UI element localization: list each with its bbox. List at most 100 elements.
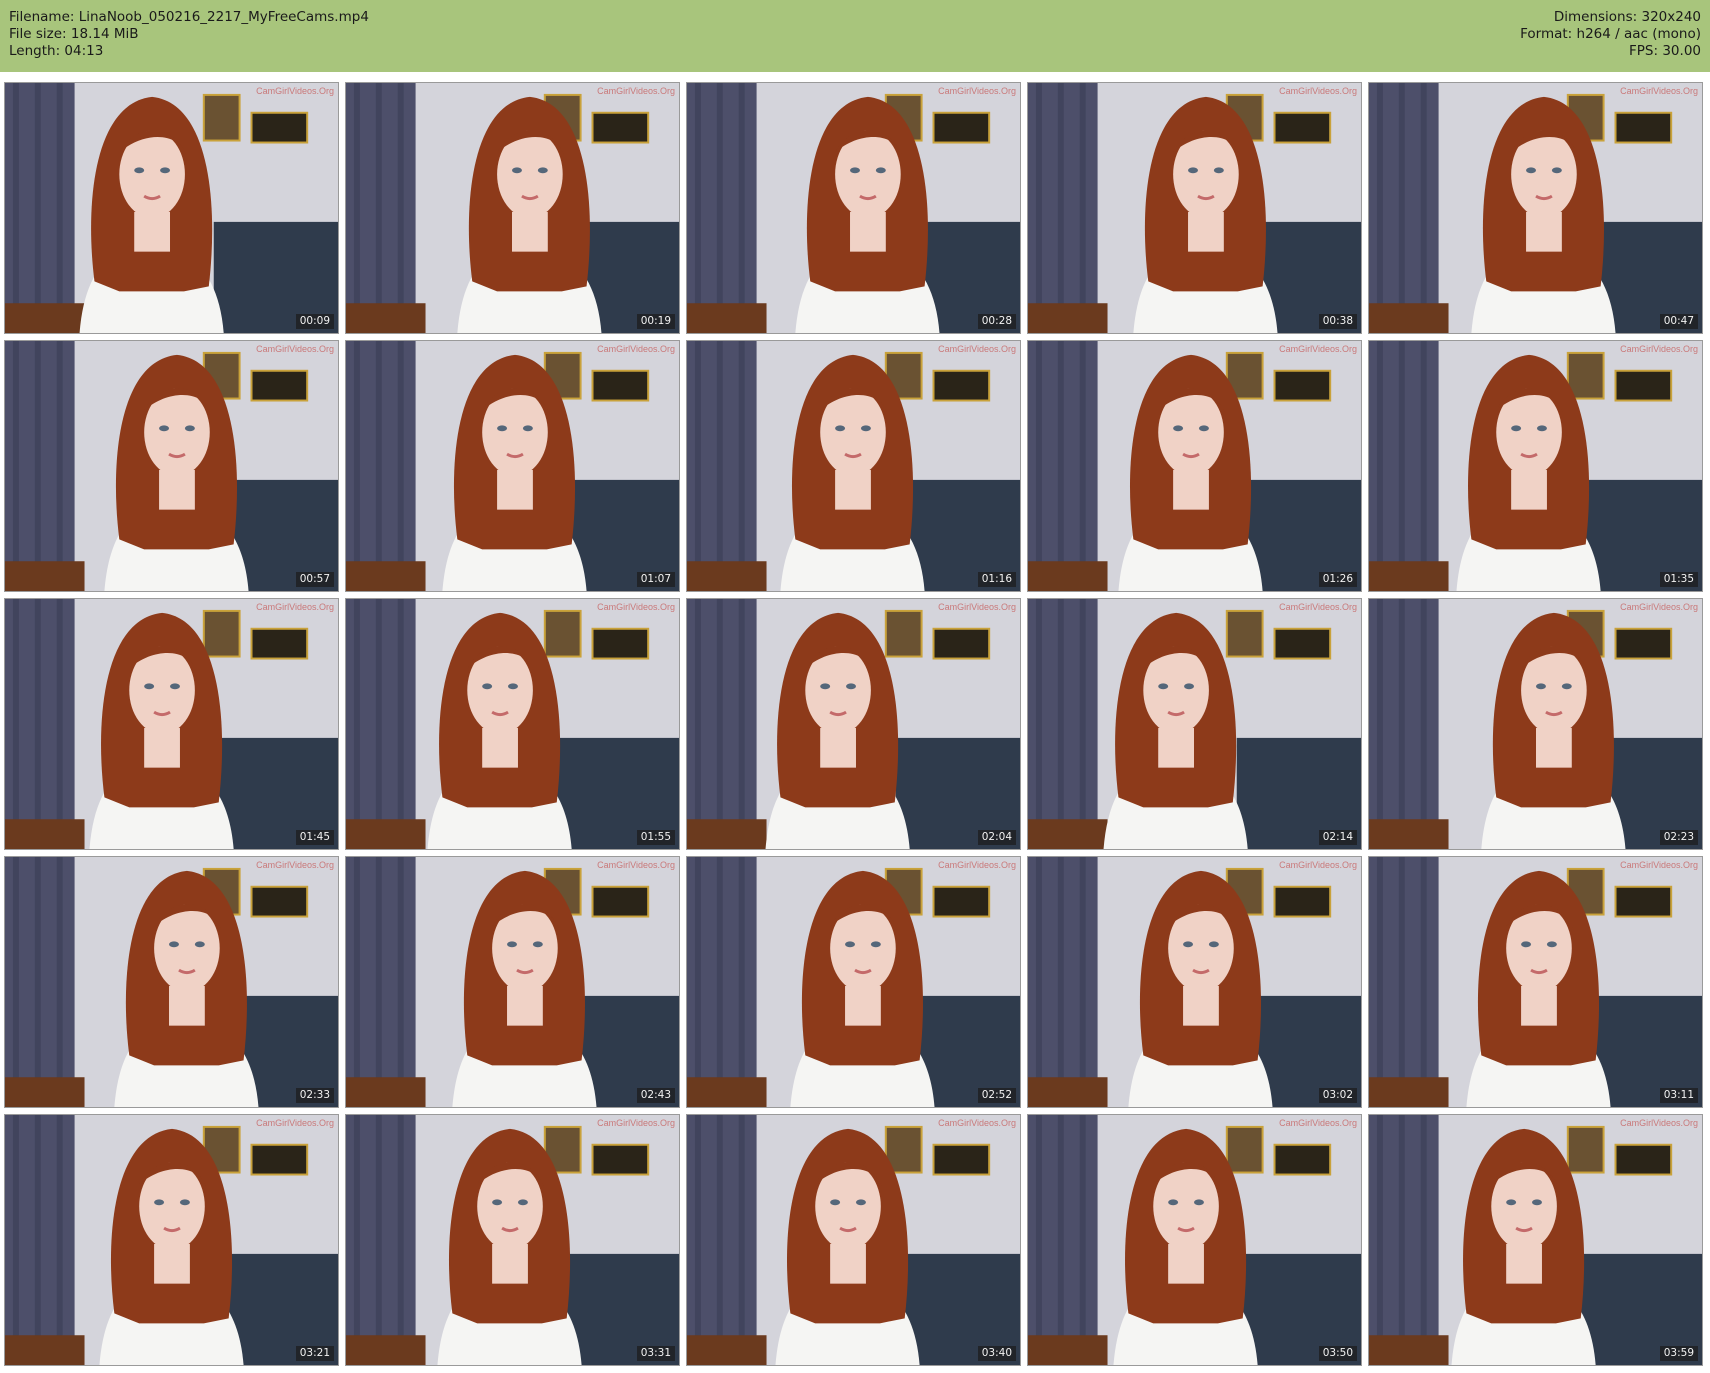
- watermark-text: CamGirlVideos.Org: [256, 860, 334, 870]
- frame-image: [1028, 83, 1361, 333]
- video-thumbnail[interactable]: CamGirlVideos.Org 03:31: [345, 1114, 680, 1366]
- video-thumbnail[interactable]: CamGirlVideos.Org 03:40: [686, 1114, 1021, 1366]
- frame-image: [1028, 341, 1361, 591]
- video-thumbnail[interactable]: CamGirlVideos.Org 01:26: [1027, 340, 1362, 592]
- watermark-text: CamGirlVideos.Org: [938, 1118, 1016, 1128]
- timestamp-label: 03:40: [977, 1346, 1016, 1361]
- timestamp-label: 00:38: [1318, 314, 1357, 329]
- timestamp-label: 03:02: [1318, 1088, 1357, 1103]
- frame-image: [687, 83, 1020, 333]
- video-thumbnail[interactable]: CamGirlVideos.Org 01:16: [686, 340, 1021, 592]
- timestamp-label: 03:50: [1318, 1346, 1357, 1361]
- video-thumbnail[interactable]: CamGirlVideos.Org 01:07: [345, 340, 680, 592]
- video-thumbnail[interactable]: CamGirlVideos.Org 02:52: [686, 856, 1021, 1108]
- frame-image: [5, 599, 338, 849]
- watermark-text: CamGirlVideos.Org: [597, 1118, 675, 1128]
- video-thumbnail[interactable]: CamGirlVideos.Org 03:59: [1368, 1114, 1703, 1366]
- timestamp-label: 02:04: [977, 830, 1016, 845]
- watermark-text: CamGirlVideos.Org: [1279, 344, 1357, 354]
- timestamp-label: 02:43: [636, 1088, 675, 1103]
- video-thumbnail[interactable]: CamGirlVideos.Org 03:50: [1027, 1114, 1362, 1366]
- watermark-text: CamGirlVideos.Org: [1279, 602, 1357, 612]
- stream-info: Dimensions: 320x240 Format: h264 / aac (…: [1520, 9, 1701, 60]
- video-thumbnail[interactable]: CamGirlVideos.Org 00:09: [4, 82, 339, 334]
- video-thumbnail[interactable]: CamGirlVideos.Org 00:57: [4, 340, 339, 592]
- timestamp-label: 02:23: [1659, 830, 1698, 845]
- info-header: Filename: LinaNoob_050216_2217_MyFreeCam…: [0, 0, 1710, 72]
- video-thumbnail[interactable]: CamGirlVideos.Org 02:33: [4, 856, 339, 1108]
- frame-image: [1369, 341, 1702, 591]
- video-thumbnail[interactable]: CamGirlVideos.Org 00:47: [1368, 82, 1703, 334]
- timestamp-label: 01:16: [977, 572, 1016, 587]
- video-thumbnail[interactable]: CamGirlVideos.Org 02:04: [686, 598, 1021, 850]
- watermark-text: CamGirlVideos.Org: [1620, 86, 1698, 96]
- timestamp-label: 00:09: [295, 314, 334, 329]
- watermark-text: CamGirlVideos.Org: [1279, 860, 1357, 870]
- watermark-text: CamGirlVideos.Org: [1279, 1118, 1357, 1128]
- frame-image: [5, 1115, 338, 1365]
- filesize-label: File size: 18.14 MiB: [9, 26, 139, 42]
- filename-label: Filename: LinaNoob_050216_2217_MyFreeCam…: [9, 9, 369, 25]
- timestamp-label: 00:28: [977, 314, 1016, 329]
- frame-image: [1369, 1115, 1702, 1365]
- video-thumbnail[interactable]: CamGirlVideos.Org 02:14: [1027, 598, 1362, 850]
- thumbnail-grid: CamGirlVideos.Org 00:09 CamGirlVideos.Org 0…: [4, 82, 1706, 1370]
- timestamp-label: 00:47: [1659, 314, 1698, 329]
- video-thumbnail[interactable]: CamGirlVideos.Org 00:28: [686, 82, 1021, 334]
- frame-image: [1369, 83, 1702, 333]
- watermark-text: CamGirlVideos.Org: [597, 602, 675, 612]
- video-thumbnail[interactable]: CamGirlVideos.Org 03:11: [1368, 856, 1703, 1108]
- timestamp-label: 02:52: [977, 1088, 1016, 1103]
- watermark-text: CamGirlVideos.Org: [1279, 86, 1357, 96]
- frame-image: [1028, 857, 1361, 1107]
- timestamp-label: 01:26: [1318, 572, 1357, 587]
- fps-label: FPS: 30.00: [1629, 43, 1701, 59]
- video-thumbnail[interactable]: CamGirlVideos.Org 02:43: [345, 856, 680, 1108]
- timestamp-label: 00:19: [636, 314, 675, 329]
- frame-image: [1028, 1115, 1361, 1365]
- watermark-text: CamGirlVideos.Org: [1620, 344, 1698, 354]
- video-thumbnail[interactable]: CamGirlVideos.Org 00:38: [1027, 82, 1362, 334]
- frame-image: [1028, 599, 1361, 849]
- timestamp-label: 01:07: [636, 572, 675, 587]
- timestamp-label: 03:21: [295, 1346, 334, 1361]
- timestamp-label: 03:31: [636, 1346, 675, 1361]
- video-thumbnail[interactable]: CamGirlVideos.Org 01:55: [345, 598, 680, 850]
- frame-image: [5, 857, 338, 1107]
- length-label: Length: 04:13: [9, 43, 104, 59]
- frame-image: [346, 857, 679, 1107]
- format-label: Format: h264 / aac (mono): [1520, 26, 1701, 42]
- watermark-text: CamGirlVideos.Org: [597, 344, 675, 354]
- timestamp-label: 01:55: [636, 830, 675, 845]
- video-thumbnail[interactable]: CamGirlVideos.Org 00:19: [345, 82, 680, 334]
- watermark-text: CamGirlVideos.Org: [256, 86, 334, 96]
- watermark-text: CamGirlVideos.Org: [1620, 860, 1698, 870]
- video-thumbnail[interactable]: CamGirlVideos.Org 01:35: [1368, 340, 1703, 592]
- video-thumbnail[interactable]: CamGirlVideos.Org 02:23: [1368, 598, 1703, 850]
- timestamp-label: 02:14: [1318, 830, 1357, 845]
- file-info: Filename: LinaNoob_050216_2217_MyFreeCam…: [9, 9, 369, 60]
- frame-image: [5, 83, 338, 333]
- watermark-text: CamGirlVideos.Org: [256, 1118, 334, 1128]
- watermark-text: CamGirlVideos.Org: [938, 860, 1016, 870]
- dimensions-label: Dimensions: 320x240: [1553, 9, 1701, 25]
- frame-image: [1369, 599, 1702, 849]
- video-thumbnail[interactable]: CamGirlVideos.Org 03:02: [1027, 856, 1362, 1108]
- watermark-text: CamGirlVideos.Org: [256, 602, 334, 612]
- timestamp-label: 03:11: [1659, 1088, 1698, 1103]
- frame-image: [687, 1115, 1020, 1365]
- watermark-text: CamGirlVideos.Org: [938, 602, 1016, 612]
- frame-image: [1369, 857, 1702, 1107]
- frame-image: [5, 341, 338, 591]
- watermark-text: CamGirlVideos.Org: [938, 86, 1016, 96]
- frame-image: [687, 341, 1020, 591]
- frame-image: [687, 857, 1020, 1107]
- watermark-text: CamGirlVideos.Org: [938, 344, 1016, 354]
- video-thumbnail[interactable]: CamGirlVideos.Org 01:45: [4, 598, 339, 850]
- timestamp-label: 01:35: [1659, 572, 1698, 587]
- watermark-text: CamGirlVideos.Org: [1620, 602, 1698, 612]
- timestamp-label: 01:45: [295, 830, 334, 845]
- frame-image: [346, 83, 679, 333]
- video-thumbnail[interactable]: CamGirlVideos.Org 03:21: [4, 1114, 339, 1366]
- watermark-text: CamGirlVideos.Org: [256, 344, 334, 354]
